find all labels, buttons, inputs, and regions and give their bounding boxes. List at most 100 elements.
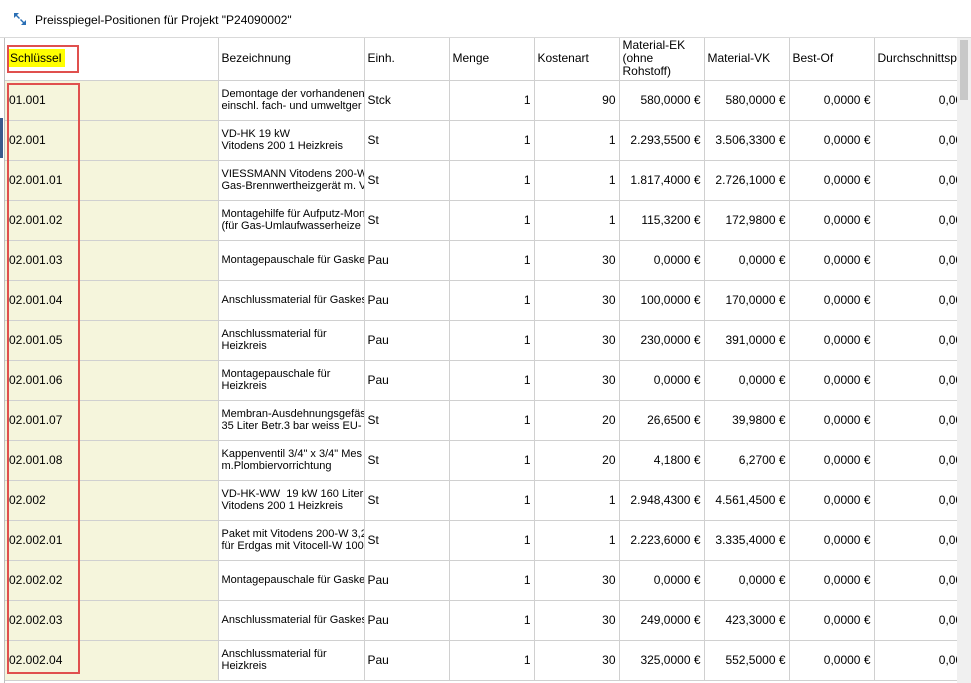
cell-average-price[interactable]: 0,0000 € — [874, 600, 967, 641]
cell-material-ek[interactable]: 325,0000 € — [619, 640, 705, 681]
cell-quantity[interactable]: 1 — [449, 400, 535, 441]
cell-cost-type[interactable]: 1 — [534, 520, 620, 561]
cell-average-price[interactable]: 0,0000 € — [874, 520, 967, 561]
cell-material-ek[interactable]: 580,0000 € — [619, 80, 705, 121]
cell-average-price[interactable]: 0,0000 € — [874, 80, 967, 121]
cell-description[interactable]: Anschlussmaterial für Heizkreis — [218, 320, 365, 361]
cell-cost-type[interactable]: 1 — [534, 160, 620, 201]
cell-best-of[interactable]: 0,0000 € — [789, 400, 875, 441]
cell-key[interactable]: 01.001 — [5, 80, 219, 121]
cell-average-price[interactable]: 0,0000 € — [874, 480, 967, 521]
cell-cost-type[interactable]: 1 — [534, 120, 620, 161]
cell-key[interactable]: 02.001 — [5, 120, 219, 161]
cell-material-ek[interactable]: 2.223,6000 € — [619, 520, 705, 561]
cell-material-vk[interactable]: 423,3000 € — [704, 600, 790, 641]
cell-material-vk[interactable]: 3.335,4000 € — [704, 520, 790, 561]
cell-material-ek[interactable]: 26,6500 € — [619, 400, 705, 441]
cell-best-of[interactable]: 0,0000 € — [789, 440, 875, 481]
cell-unit[interactable]: St — [364, 200, 450, 241]
table-row[interactable]: 02.001.08 Kappenventil 3/4" x 3/4" Mes m.… — [5, 440, 967, 481]
cell-average-price[interactable]: 0,0000 € — [874, 360, 967, 401]
cell-cost-type[interactable]: 20 — [534, 400, 620, 441]
table-row[interactable]: 02.001.03 Montagepauschale für Gaskes Pau 1… — [5, 240, 967, 281]
cell-quantity[interactable]: 1 — [449, 560, 535, 601]
cell-material-ek[interactable]: 249,0000 € — [619, 600, 705, 641]
cell-material-ek[interactable]: 100,0000 € — [619, 280, 705, 321]
cell-description[interactable]: Anschlussmaterial für Heizkreis — [218, 640, 365, 681]
column-header-unit[interactable]: Einh. — [364, 38, 450, 81]
cell-material-vk[interactable]: 2.726,1000 € — [704, 160, 790, 201]
cell-cost-type[interactable]: 1 — [534, 200, 620, 241]
cell-unit[interactable]: St — [364, 120, 450, 161]
table-row[interactable]: 02.001.05 Anschlussmaterial für Heizkreis… — [5, 320, 967, 361]
cell-average-price[interactable]: 0,0000 € — [874, 400, 967, 441]
cell-cost-type[interactable]: 30 — [534, 560, 620, 601]
cell-material-vk[interactable]: 580,0000 € — [704, 80, 790, 121]
cell-description[interactable]: Anschlussmaterial für Gaskes — [218, 600, 365, 641]
cell-material-vk[interactable]: 6,2700 € — [704, 440, 790, 481]
cell-material-vk[interactable]: 4.561,4500 € — [704, 480, 790, 521]
column-header-best-of[interactable]: Best-Of — [789, 38, 875, 81]
cell-cost-type[interactable]: 90 — [534, 80, 620, 121]
cell-material-vk[interactable]: 39,9800 € — [704, 400, 790, 441]
cell-quantity[interactable]: 1 — [449, 120, 535, 161]
cell-best-of[interactable]: 0,0000 € — [789, 200, 875, 241]
cell-key[interactable]: 02.002.04 — [5, 640, 219, 681]
cell-quantity[interactable]: 1 — [449, 240, 535, 281]
cell-cost-type[interactable]: 30 — [534, 600, 620, 641]
cell-key[interactable]: 02.001.05 — [5, 320, 219, 361]
cell-material-ek[interactable]: 230,0000 € — [619, 320, 705, 361]
cell-material-vk[interactable]: 172,9800 € — [704, 200, 790, 241]
cell-key[interactable]: 02.001.07 — [5, 400, 219, 441]
cell-description[interactable]: Kappenventil 3/4" x 3/4" Mes m.Plombierv… — [218, 440, 365, 481]
cell-material-vk[interactable]: 391,0000 € — [704, 320, 790, 361]
cell-best-of[interactable]: 0,0000 € — [789, 80, 875, 121]
cell-unit[interactable]: Pau — [364, 320, 450, 361]
cell-cost-type[interactable]: 30 — [534, 640, 620, 681]
cell-unit[interactable]: Pau — [364, 600, 450, 641]
cell-key[interactable]: 02.001.02 — [5, 200, 219, 241]
cell-key[interactable]: 02.001.03 — [5, 240, 219, 281]
cell-unit[interactable]: St — [364, 400, 450, 441]
cell-quantity[interactable]: 1 — [449, 200, 535, 241]
cell-material-ek[interactable]: 0,0000 € — [619, 360, 705, 401]
table-row[interactable]: 02.001.04 Anschlussmaterial für Gaskes Pau… — [5, 280, 967, 321]
cell-best-of[interactable]: 0,0000 € — [789, 360, 875, 401]
cell-key[interactable]: 02.001.06 — [5, 360, 219, 401]
cell-cost-type[interactable]: 30 — [534, 280, 620, 321]
cell-unit[interactable]: St — [364, 160, 450, 201]
cell-unit[interactable]: St — [364, 520, 450, 561]
cell-best-of[interactable]: 0,0000 € — [789, 120, 875, 161]
cell-key[interactable]: 02.002.02 — [5, 560, 219, 601]
cell-key[interactable]: 02.001.04 — [5, 280, 219, 321]
table-row[interactable]: 02.001.07 Membran-Ausdehnungsgefäs 35 Lit… — [5, 400, 967, 441]
column-header-key[interactable]: Schlüssel — [5, 38, 219, 81]
column-header-description[interactable]: Bezeichnung — [218, 38, 365, 81]
cell-unit[interactable]: Pau — [364, 240, 450, 281]
cell-description[interactable]: Paket mit Vitodens 200-W 3,2 für Erdgas … — [218, 520, 365, 561]
cell-key[interactable]: 02.001.08 — [5, 440, 219, 481]
cell-unit[interactable]: Stck — [364, 80, 450, 121]
table-row[interactable]: 02.002.04 Anschlussmaterial für Heizkreis… — [5, 640, 967, 681]
cell-material-ek[interactable]: 2.293,5500 € — [619, 120, 705, 161]
cell-unit[interactable]: St — [364, 440, 450, 481]
cell-material-vk[interactable]: 170,0000 € — [704, 280, 790, 321]
column-header-average-price[interactable]: Durchschnittspr — [874, 38, 967, 81]
column-header-material-vk[interactable]: Material-VK — [704, 38, 790, 81]
cell-quantity[interactable]: 1 — [449, 280, 535, 321]
cell-material-vk[interactable]: 0,0000 € — [704, 360, 790, 401]
data-grid[interactable]: Schlüssel Bezeichnung Einh. Menge Kosten… — [4, 38, 967, 683]
cell-quantity[interactable]: 1 — [449, 440, 535, 481]
cell-material-ek[interactable]: 0,0000 € — [619, 240, 705, 281]
table-row[interactable]: 02.001.06 Montagepauschale für Heizkreis P… — [5, 360, 967, 401]
cell-best-of[interactable]: 0,0000 € — [789, 480, 875, 521]
cell-quantity[interactable]: 1 — [449, 360, 535, 401]
cell-quantity[interactable]: 1 — [449, 520, 535, 561]
cell-description[interactable]: Anschlussmaterial für Gaskes — [218, 280, 365, 321]
cell-unit[interactable]: Pau — [364, 640, 450, 681]
table-row[interactable]: 02.001.01VIESSMANN Vitodens 200-W Gas-Br… — [5, 160, 967, 201]
cell-material-vk[interactable]: 552,5000 € — [704, 640, 790, 681]
cell-material-vk[interactable]: 3.506,3300 € — [704, 120, 790, 161]
cell-description[interactable]: Montagehilfe für Aufputz-Mon (für Gas-Um… — [218, 200, 365, 241]
cell-quantity[interactable]: 1 — [449, 480, 535, 521]
